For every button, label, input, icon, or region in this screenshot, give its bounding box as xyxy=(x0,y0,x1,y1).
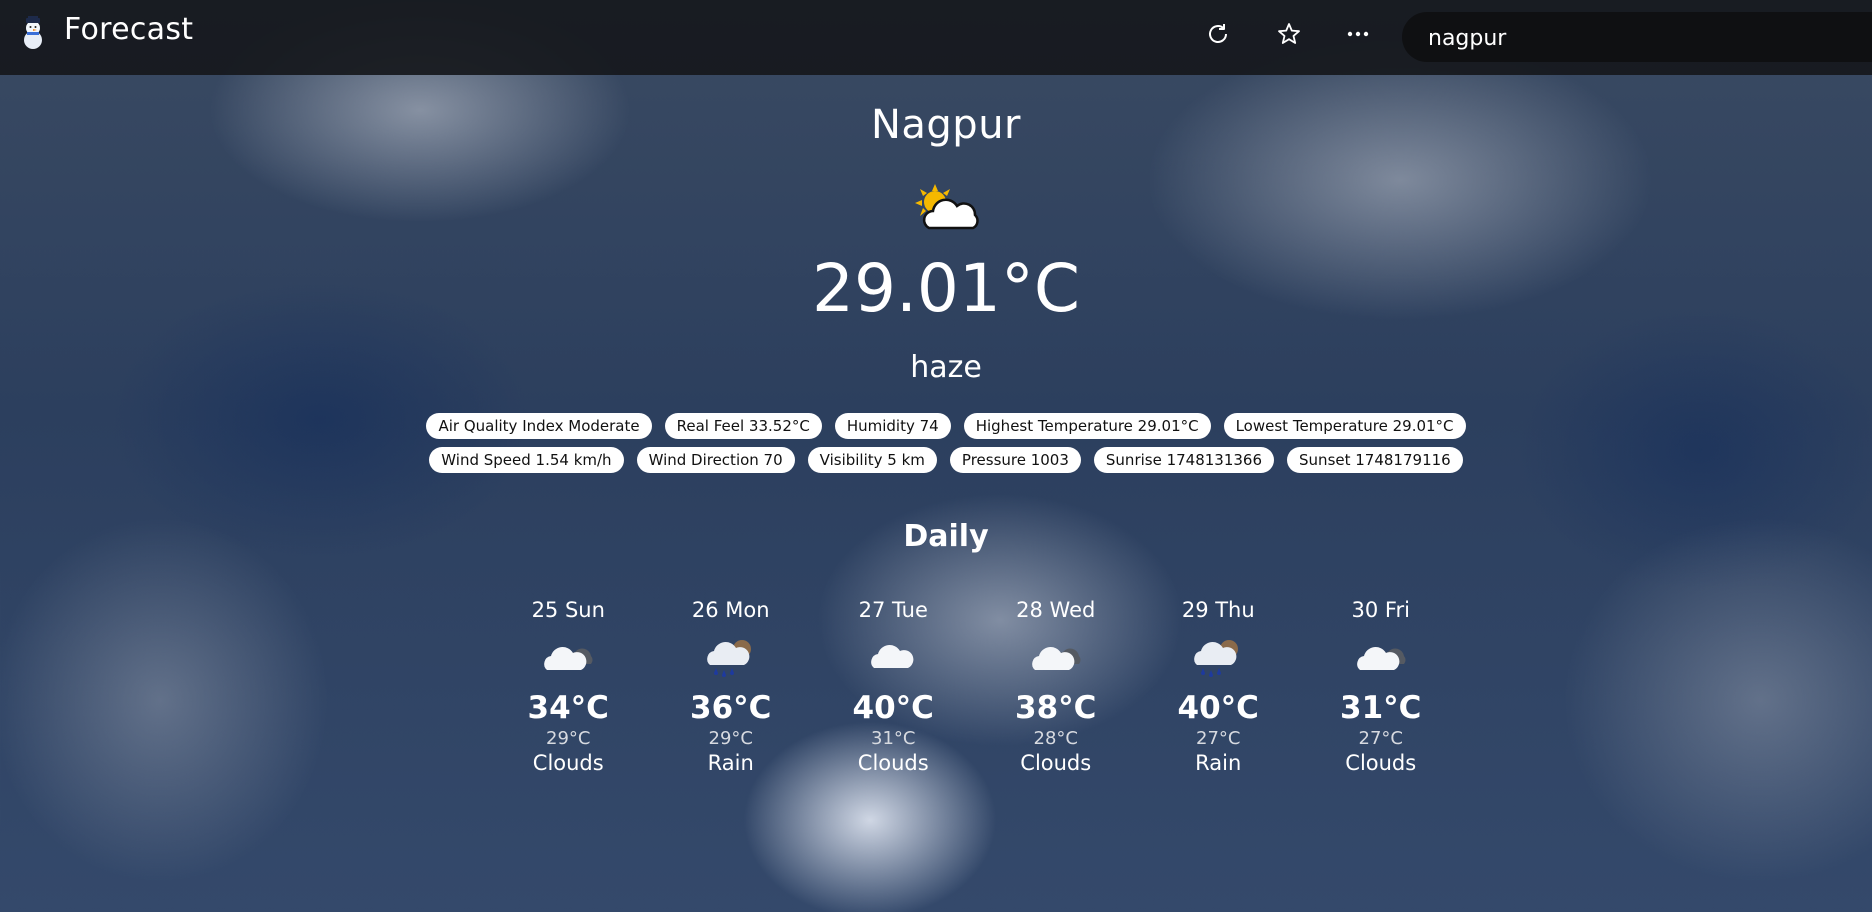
real-feel-chip: Real Feel 33.52°C xyxy=(664,413,822,439)
sunrise-chip: Sunrise 1748131366 xyxy=(1093,447,1275,473)
day-condition: Clouds xyxy=(857,751,929,775)
day-high: 40°C xyxy=(1177,690,1259,726)
details-row-1: Air Quality Index Moderate Real Feel 33.… xyxy=(380,413,1512,439)
day-date: 29 Thu xyxy=(1181,598,1255,622)
day-condition: Rain xyxy=(707,751,754,775)
day-date: 27 Tue xyxy=(858,598,928,622)
day-date: 28 Wed xyxy=(1016,598,1096,622)
day-date: 25 Sun xyxy=(531,598,605,622)
day-high: 40°C xyxy=(852,690,934,726)
temperature-value: 29.01 xyxy=(811,250,1001,327)
day-high: 31°C xyxy=(1340,690,1422,726)
day-condition: Clouds xyxy=(1345,751,1417,775)
details-row-2: Wind Speed 1.54 km/h Wind Direction 70 V… xyxy=(380,447,1512,473)
cloud-icon xyxy=(812,634,975,682)
temperature-unit: °C xyxy=(1000,250,1081,327)
day-low: 31°C xyxy=(871,728,916,749)
cloud-icon xyxy=(1300,634,1463,682)
more-dots-icon[interactable] xyxy=(1342,18,1374,50)
day-low: 27°C xyxy=(1358,728,1403,749)
day-high: 38°C xyxy=(1015,690,1097,726)
day-date: 26 Mon xyxy=(691,598,770,622)
day-card: 30 Fri 31°C 27°C Clouds xyxy=(1300,598,1463,775)
refresh-icon[interactable] xyxy=(1202,18,1234,50)
day-low: 27°C xyxy=(1196,728,1241,749)
day-card: 27 Tue 40°C 31°C Clouds xyxy=(812,598,975,775)
pressure-chip: Pressure 1003 xyxy=(949,447,1081,473)
top-bar: Forecast xyxy=(0,0,1872,75)
day-low: 28°C xyxy=(1033,728,1078,749)
search-box xyxy=(1402,12,1872,64)
search-input[interactable] xyxy=(1426,12,1852,64)
humidity-chip: Humidity 74 xyxy=(834,413,951,439)
day-low: 29°C xyxy=(708,728,753,749)
day-condition: Clouds xyxy=(532,751,604,775)
wind-speed-chip: Wind Speed 1.54 km/h xyxy=(429,447,624,473)
day-condition: Rain xyxy=(1195,751,1242,775)
lowest-temp-chip: Lowest Temperature 29.01°C xyxy=(1223,413,1466,439)
day-date: 30 Fri xyxy=(1351,598,1410,622)
city-name: Nagpur xyxy=(870,102,1021,148)
weather-description: haze xyxy=(910,350,982,385)
rain-cloud-icon xyxy=(650,634,813,682)
day-low: 29°C xyxy=(546,728,591,749)
app-title: Forecast xyxy=(64,12,194,47)
star-icon[interactable] xyxy=(1273,18,1305,50)
day-card: 26 Mon 36°C 29°C Rain xyxy=(650,598,813,775)
current-temperature: 29.01°C xyxy=(0,250,1872,327)
day-card: 25 Sun 34°C 29°C Clouds xyxy=(487,598,650,775)
daily-forecast: 25 Sun 34°C 29°C Clouds 26 Mon 36°C 29°C… xyxy=(487,598,1462,775)
day-high: 36°C xyxy=(690,690,772,726)
day-card: 28 Wed 38°C 28°C Clouds xyxy=(975,598,1138,775)
visibility-chip: Visibility 5 km xyxy=(807,447,937,473)
highest-temp-chip: Highest Temperature 29.01°C xyxy=(963,413,1211,439)
day-condition: Clouds xyxy=(1020,751,1092,775)
daily-heading: Daily xyxy=(903,519,989,554)
snowman-icon xyxy=(18,16,48,50)
rain-cloud-icon xyxy=(1137,634,1300,682)
cloud-icon xyxy=(487,634,650,682)
aqi-chip: Air Quality Index Moderate xyxy=(426,413,652,439)
sun-behind-cloud-icon xyxy=(913,182,981,234)
day-card: 29 Thu 40°C 27°C Rain xyxy=(1137,598,1300,775)
cloud-icon xyxy=(975,634,1138,682)
sunset-chip: Sunset 1748179116 xyxy=(1287,447,1463,473)
wind-direction-chip: Wind Direction 70 xyxy=(636,447,795,473)
day-high: 34°C xyxy=(527,690,609,726)
